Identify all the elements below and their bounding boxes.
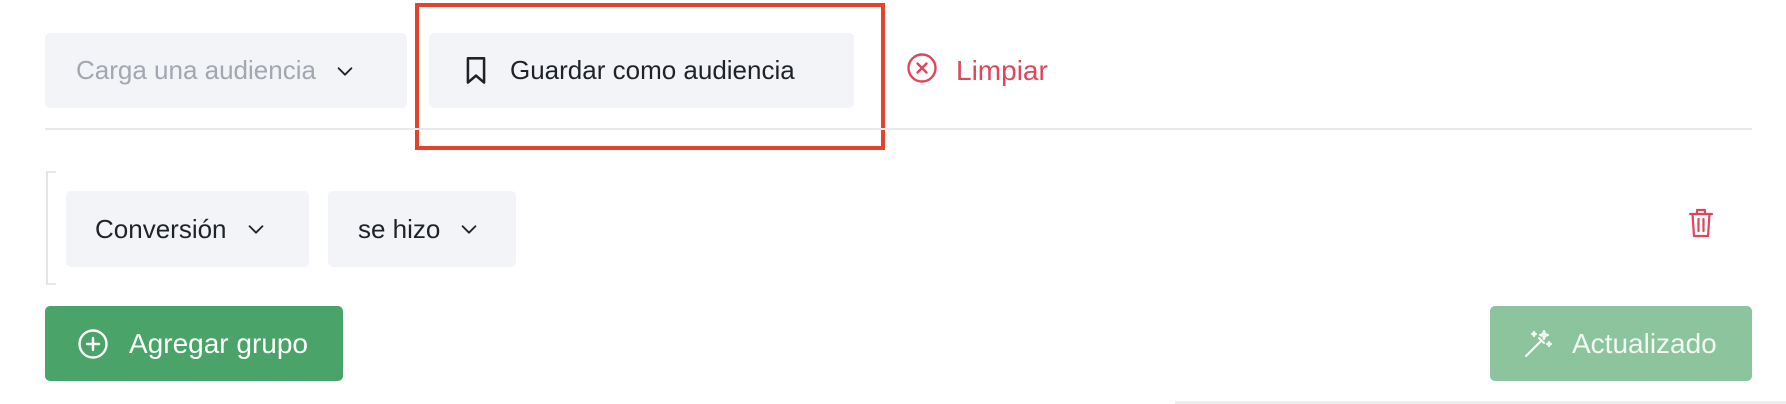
delete-group-button[interactable] [1683,205,1719,245]
add-group-button[interactable]: Agregar grupo [45,306,343,381]
clear-label: Limpiar [956,55,1048,86]
chevron-down-icon [245,218,267,240]
filter-field-dropdown[interactable]: Conversión [66,191,309,267]
chevron-down-icon [334,60,356,82]
updated-status-label: Actualizado [1572,327,1717,359]
filter-field-label: Conversión [95,213,227,244]
load-audience-label: Carga una audiencia [76,55,316,85]
plus-circle-icon [77,328,109,360]
updated-status-button[interactable]: Actualizado [1490,306,1752,381]
close-circle-icon [906,52,938,91]
clear-button[interactable]: Limpiar [906,40,1048,102]
filter-operator-dropdown[interactable]: se hizo [328,191,516,267]
filter-operator-label: se hizo [358,213,441,244]
load-audience-dropdown[interactable]: Carga una audiencia [45,33,407,108]
magic-wand-icon [1522,328,1554,360]
add-group-label: Agregar grupo [129,327,309,359]
filter-group-bracket [46,171,56,285]
trash-icon [1688,207,1714,244]
chevron-down-icon [458,218,480,240]
toolbar-divider [45,128,1752,130]
